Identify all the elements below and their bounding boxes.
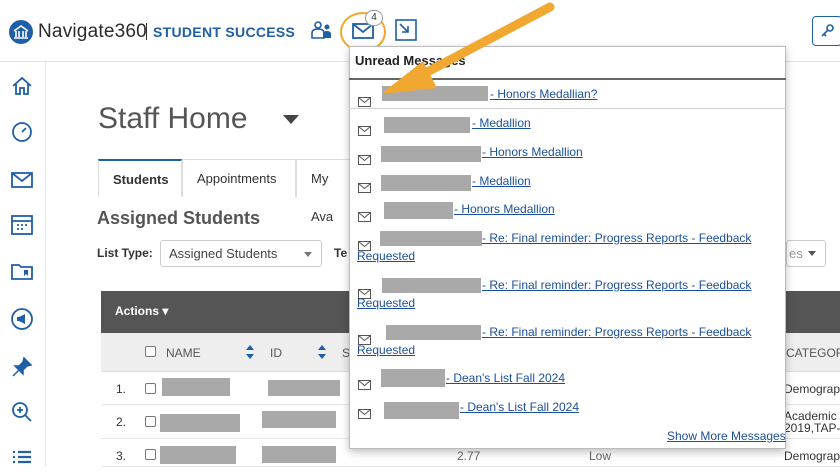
pin-icon[interactable] bbox=[10, 355, 34, 379]
redacted-id bbox=[268, 380, 340, 396]
message-link[interactable]: - Honors Medallion bbox=[454, 202, 555, 216]
tab-students[interactable]: Students bbox=[98, 159, 182, 197]
redacted-sender bbox=[382, 86, 488, 101]
list-icon[interactable] bbox=[10, 446, 34, 470]
redacted-sender bbox=[384, 402, 459, 419]
redacted-sender bbox=[381, 146, 481, 162]
sort-icon[interactable] bbox=[317, 344, 327, 360]
chevron-down-icon bbox=[304, 252, 312, 257]
row-number: 1. bbox=[116, 382, 127, 396]
redacted-sender bbox=[384, 117, 470, 133]
folder-icon[interactable] bbox=[10, 260, 34, 284]
category-cell: Demograp bbox=[784, 382, 840, 396]
redacted-id bbox=[262, 411, 336, 428]
home-icon[interactable] bbox=[10, 74, 34, 98]
redacted-sender bbox=[381, 369, 445, 387]
megaphone-icon[interactable] bbox=[10, 307, 34, 331]
message-link-continued[interactable]: Requested bbox=[357, 296, 415, 310]
tab-bar: Students Appointments My Ava bbox=[98, 159, 368, 224]
brand-name[interactable]: Navigate360 bbox=[38, 21, 147, 43]
redacted-sender bbox=[382, 278, 481, 293]
tab-appointments[interactable]: Appointments bbox=[182, 159, 296, 197]
redacted-sender bbox=[384, 202, 453, 219]
conversations-icon[interactable] bbox=[394, 18, 420, 44]
message-link-continued[interactable]: Requested bbox=[357, 343, 415, 357]
page-title: Staff Home bbox=[98, 102, 248, 135]
row-checkbox[interactable] bbox=[145, 416, 156, 427]
envelope-icon bbox=[358, 377, 371, 390]
row-checkbox[interactable] bbox=[145, 449, 156, 460]
message-link[interactable]: - Re: Final reminder: Progress Reports -… bbox=[482, 325, 751, 339]
chevron-down-icon bbox=[808, 251, 816, 256]
category-cell: Demograp bbox=[784, 449, 840, 463]
sort-icon[interactable] bbox=[245, 344, 255, 360]
brand-subtitle: STUDENT SUCCESS bbox=[153, 24, 296, 40]
redacted-sender bbox=[386, 325, 481, 340]
column-header-id[interactable]: ID bbox=[270, 346, 282, 360]
mail-icon[interactable] bbox=[10, 168, 34, 192]
select-all-checkbox[interactable] bbox=[145, 346, 156, 357]
envelope-icon bbox=[358, 123, 371, 136]
calendar-icon[interactable] bbox=[10, 213, 34, 237]
category-cell-line2: 2019,TAP- bbox=[784, 421, 840, 435]
actions-menu-button[interactable]: Actions ▾ bbox=[115, 304, 168, 318]
zoom-icon[interactable] bbox=[10, 400, 34, 424]
unread-messages-header: Unread Messages bbox=[355, 53, 466, 68]
navigate-logo-icon[interactable] bbox=[9, 20, 33, 44]
divider bbox=[349, 108, 786, 109]
envelope-icon bbox=[358, 209, 371, 222]
message-link[interactable]: - Medallion bbox=[472, 174, 531, 188]
envelope-icon bbox=[358, 152, 371, 165]
unread-count-badge: 4 bbox=[365, 10, 383, 26]
message-link[interactable]: - Medallion bbox=[472, 116, 531, 130]
message-link[interactable]: - Honors Medallion bbox=[482, 145, 583, 159]
message-link[interactable]: - Re: Final reminder: Progress Reports -… bbox=[482, 278, 751, 292]
redacted-name bbox=[162, 378, 230, 396]
title-dropdown-caret-icon[interactable] bbox=[283, 115, 299, 124]
redacted-name bbox=[160, 446, 236, 464]
redacted-sender bbox=[381, 175, 471, 191]
redacted-name bbox=[160, 414, 240, 432]
redacted-id bbox=[262, 446, 336, 463]
row-number: 3. bbox=[116, 449, 127, 463]
message-link-continued[interactable]: Requested bbox=[357, 249, 415, 263]
envelope-icon bbox=[358, 286, 371, 299]
term-label: Te bbox=[334, 246, 348, 260]
message-link[interactable]: - Honors Medallian? bbox=[490, 87, 597, 101]
filter-select[interactable]: es bbox=[786, 240, 826, 267]
gpa-cell: 2.77 bbox=[457, 449, 481, 463]
brand-separator bbox=[146, 23, 147, 40]
header-divider bbox=[349, 78, 786, 80]
column-header-category[interactable]: CATEGORY bbox=[786, 346, 840, 360]
key-button[interactable] bbox=[812, 16, 840, 46]
message-link[interactable]: - Dean's List Fall 2024 bbox=[460, 400, 579, 414]
envelope-icon bbox=[358, 238, 371, 251]
column-header-name[interactable]: NAME bbox=[166, 346, 201, 360]
list-type-select[interactable]: Assigned Students bbox=[160, 240, 322, 267]
dashboard-icon[interactable] bbox=[10, 119, 34, 143]
envelope-icon bbox=[358, 406, 371, 419]
envelope-icon bbox=[358, 94, 371, 107]
message-link[interactable]: - Re: Final reminder: Progress Reports -… bbox=[482, 231, 751, 245]
list-type-label: List Type: bbox=[97, 246, 153, 260]
unread-messages-dropdown bbox=[349, 46, 786, 449]
left-sidebar bbox=[0, 62, 46, 467]
envelope-icon bbox=[358, 180, 371, 193]
section-title: Assigned Students bbox=[97, 208, 261, 228]
redacted-sender bbox=[380, 231, 482, 246]
students-icon[interactable] bbox=[309, 18, 335, 44]
envelope-icon bbox=[358, 332, 371, 345]
show-more-messages-link[interactable]: Show More Messages bbox=[667, 429, 786, 443]
message-link[interactable]: - Dean's List Fall 2024 bbox=[446, 371, 565, 385]
risk-cell: Low bbox=[589, 449, 612, 463]
row-number: 2. bbox=[116, 415, 127, 429]
row-checkbox[interactable] bbox=[145, 383, 156, 394]
